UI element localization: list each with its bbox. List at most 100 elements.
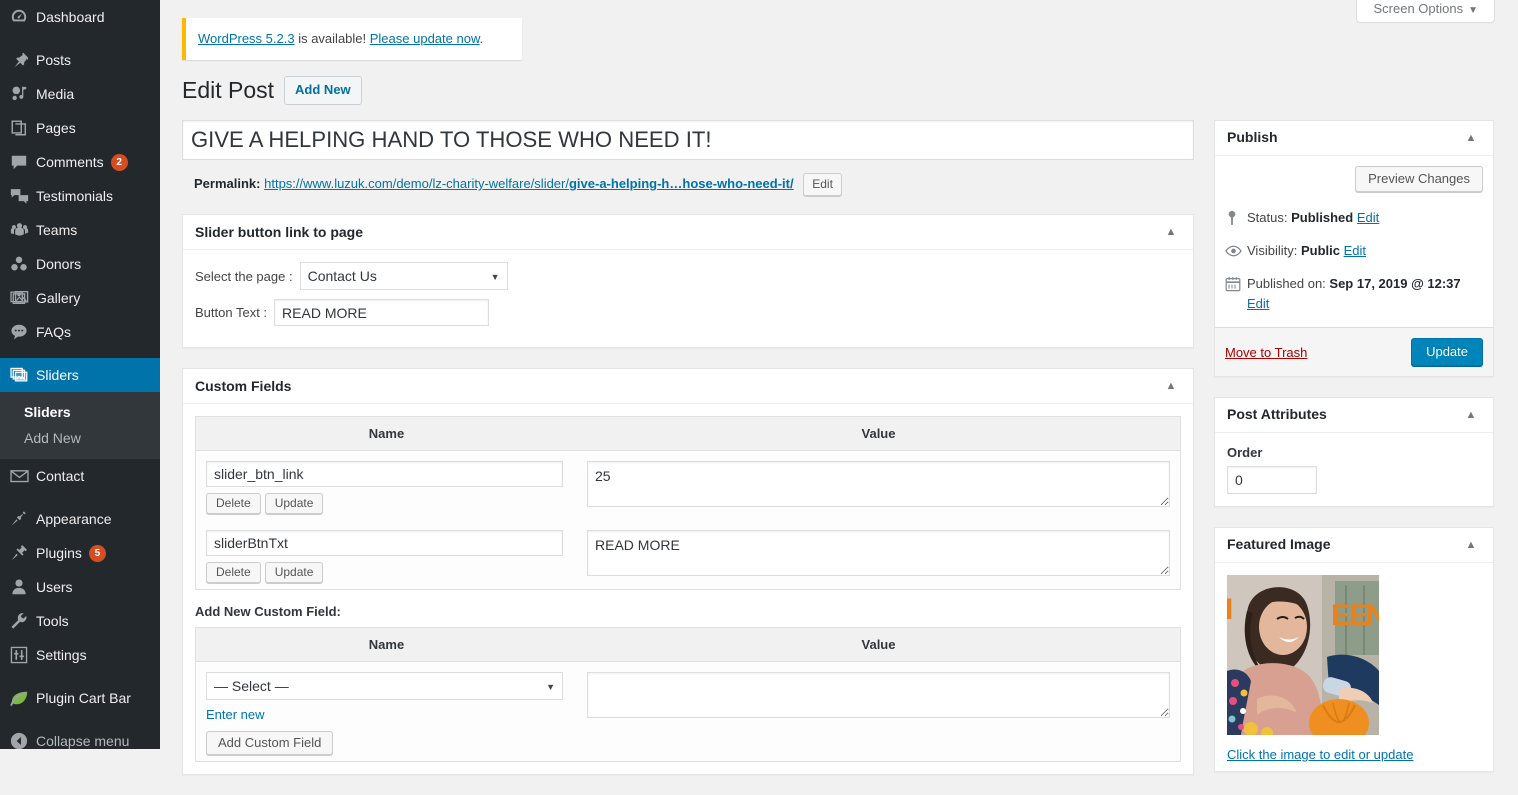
sidebar-item-posts[interactable]: Posts <box>0 43 160 77</box>
publish-panel-header[interactable]: Publish ▲ <box>1215 121 1493 156</box>
sidebar-item-comments[interactable]: Comments 2 <box>0 145 160 179</box>
update-now-link[interactable]: Please update now <box>370 31 480 46</box>
sidebar-item-plugin-cart-bar[interactable]: Plugin Cart Bar <box>0 681 160 715</box>
sidebar-item-donors[interactable]: Donors <box>0 247 160 281</box>
status-text: Status: Published Edit <box>1247 208 1379 229</box>
permalink-link[interactable]: https://www.luzuk.com/demo/lz-charity-we… <box>264 176 793 191</box>
status-row: Status: Published Edit <box>1225 202 1483 235</box>
comment-icon <box>10 152 36 172</box>
status-value: Published <box>1291 210 1354 225</box>
slider-panel-header[interactable]: Slider button link to page ▲ <box>183 215 1193 251</box>
custom-field-value-cell: READ MORE <box>577 520 1181 590</box>
custom-field-value-textarea[interactable]: 25 <box>587 461 1170 508</box>
new-field-value-textarea[interactable] <box>587 672 1170 719</box>
button-text-input[interactable] <box>274 299 490 327</box>
sidebar-badge-comments: 2 <box>110 153 128 171</box>
slider-button-link-panel: Slider button link to page ▲ Select the … <box>182 214 1194 349</box>
move-to-trash-link[interactable]: Move to Trash <box>1225 345 1307 360</box>
calendar-icon <box>1225 274 1247 292</box>
chevron-up-icon[interactable]: ▲ <box>1461 409 1481 421</box>
published-on-edit-link[interactable]: Edit <box>1247 296 1269 311</box>
sidebar-item-label: Dashboard <box>36 9 105 25</box>
sidebar-item-testimonials[interactable]: Testimonials <box>0 179 160 213</box>
sidebar-item-label: Contact <box>36 468 85 484</box>
post-title-input[interactable] <box>182 120 1194 160</box>
visibility-edit-link[interactable]: Edit <box>1344 243 1366 258</box>
post-attributes-panel: Post Attributes ▲ Order <box>1214 397 1494 508</box>
status-edit-link[interactable]: Edit <box>1357 210 1379 225</box>
collapse-icon <box>10 731 36 749</box>
column-header-value: Value <box>577 627 1181 663</box>
pin-icon <box>10 50 36 70</box>
preview-changes-button[interactable]: Preview Changes <box>1355 166 1483 192</box>
new-field-name-dropdown[interactable]: — Select — <box>206 672 563 701</box>
sidebar-item-teams[interactable]: Teams <box>0 213 160 247</box>
sidebar-item-sliders[interactable]: Sliders <box>0 358 160 392</box>
admin-sidebar: Dashboard Posts Media Pages Comments 2 Testimo… <box>0 0 160 749</box>
sidebar-item-appearance[interactable]: Appearance <box>0 502 160 536</box>
chevron-up-icon[interactable]: ▲ <box>1161 226 1181 238</box>
table-header-row: Name Value <box>195 416 1181 452</box>
post-attributes-header[interactable]: Post Attributes ▲ <box>1215 398 1493 434</box>
featured-image-thumbnail[interactable]: E E N I <box>1227 575 1379 736</box>
settings-icon <box>10 645 36 665</box>
custom-field-delete-button[interactable]: Delete <box>206 493 261 515</box>
add-custom-field-button[interactable]: Add Custom Field <box>206 731 334 756</box>
screen-options-button[interactable]: Screen Options ▼ <box>1356 0 1495 23</box>
published-on-text: Published on: Sep 17, 2019 @ 12:37 Edit <box>1247 274 1483 316</box>
sidebar-item-faqs[interactable]: FAQs <box>0 315 160 349</box>
enter-new-link[interactable]: Enter new <box>206 707 265 722</box>
custom-fields-header[interactable]: Custom Fields ▲ <box>183 369 1193 405</box>
sidebar-separator <box>0 349 160 358</box>
post-attributes-title: Post Attributes <box>1227 406 1327 423</box>
wordpress-version-link[interactable]: WordPress 5.2.3 <box>198 31 295 46</box>
custom-field-value-textarea[interactable]: READ MORE <box>587 530 1170 577</box>
sidebar-item-plugins[interactable]: Plugins 5 <box>0 536 160 570</box>
chevron-up-icon[interactable]: ▲ <box>1161 380 1181 392</box>
sidebar-item-settings[interactable]: Settings <box>0 638 160 672</box>
update-notice: WordPress 5.2.3 is available! Please upd… <box>182 18 522 60</box>
media-icon <box>10 84 36 104</box>
featured-image-caption[interactable]: Click the image to edit or update <box>1227 745 1481 765</box>
custom-field-delete-button[interactable]: Delete <box>206 562 261 584</box>
sidebar-item-media[interactable]: Media <box>0 77 160 111</box>
add-new-button[interactable]: Add New <box>284 76 362 106</box>
publish-panel-body: Preview Changes Status: Published Edit V… <box>1215 156 1493 377</box>
new-custom-field-table: Name Value — Select — ▼ Enter new Add Cu… <box>195 627 1181 763</box>
sidebar-postbox-container: Publish ▲ Preview Changes Status: Publis… <box>1214 120 1494 792</box>
sidebar-item-label: Pages <box>36 120 76 136</box>
custom-field-update-button[interactable]: Update <box>264 562 324 584</box>
custom-field-update-button[interactable]: Update <box>264 493 324 515</box>
custom-field-name-input[interactable] <box>206 461 563 488</box>
select-page-wrap: Contact Us ▼ <box>299 262 508 291</box>
sidebar-item-dashboard[interactable]: Dashboard <box>0 0 160 34</box>
sidebar-item-users[interactable]: Users <box>0 570 160 604</box>
update-button[interactable]: Update <box>1411 338 1483 367</box>
new-field-select-wrap: — Select — ▼ <box>206 672 563 701</box>
chevron-up-icon[interactable]: ▲ <box>1461 539 1481 551</box>
sidebar-item-gallery[interactable]: Gallery <box>0 281 160 315</box>
sidebar-submenu-item-sliders[interactable]: Sliders <box>0 399 160 425</box>
sidebar-item-tools[interactable]: Tools <box>0 604 160 638</box>
publishing-actions: Move to Trash Update <box>1215 327 1493 377</box>
new-custom-field-table-body: — Select — ▼ Enter new Add Custom Field <box>196 662 1181 762</box>
sidebar-item-contact[interactable]: Contact <box>0 459 160 493</box>
visibility-value: Public <box>1300 242 1340 258</box>
sidebar-item-label: Posts <box>36 52 72 68</box>
edit-permalink-button[interactable]: Edit <box>803 172 842 197</box>
order-input[interactable] <box>1227 466 1317 495</box>
custom-fields-table-head: Name Value <box>195 416 1181 452</box>
custom-field-name-input[interactable] <box>206 530 563 557</box>
select-page-dropdown[interactable]: Contact Us <box>299 262 508 291</box>
new-custom-field-table-head: Name Value <box>195 627 1181 663</box>
visibility-row: Visibility: Public Edit <box>1225 235 1483 268</box>
preview-actions: Preview Changes <box>1225 166 1483 202</box>
collapse-menu-button[interactable]: Collapse menu <box>0 724 160 749</box>
sidebar-item-label: Users <box>36 579 73 595</box>
sidebar-item-label: Comments <box>36 154 104 170</box>
sidebar-item-pages[interactable]: Pages <box>0 111 160 145</box>
sidebar-submenu-item-add-new[interactable]: Add New <box>0 425 160 451</box>
chevron-up-icon[interactable]: ▲ <box>1461 132 1481 144</box>
sidebar-separator <box>0 34 160 43</box>
featured-image-header[interactable]: Featured Image ▲ <box>1215 528 1493 564</box>
